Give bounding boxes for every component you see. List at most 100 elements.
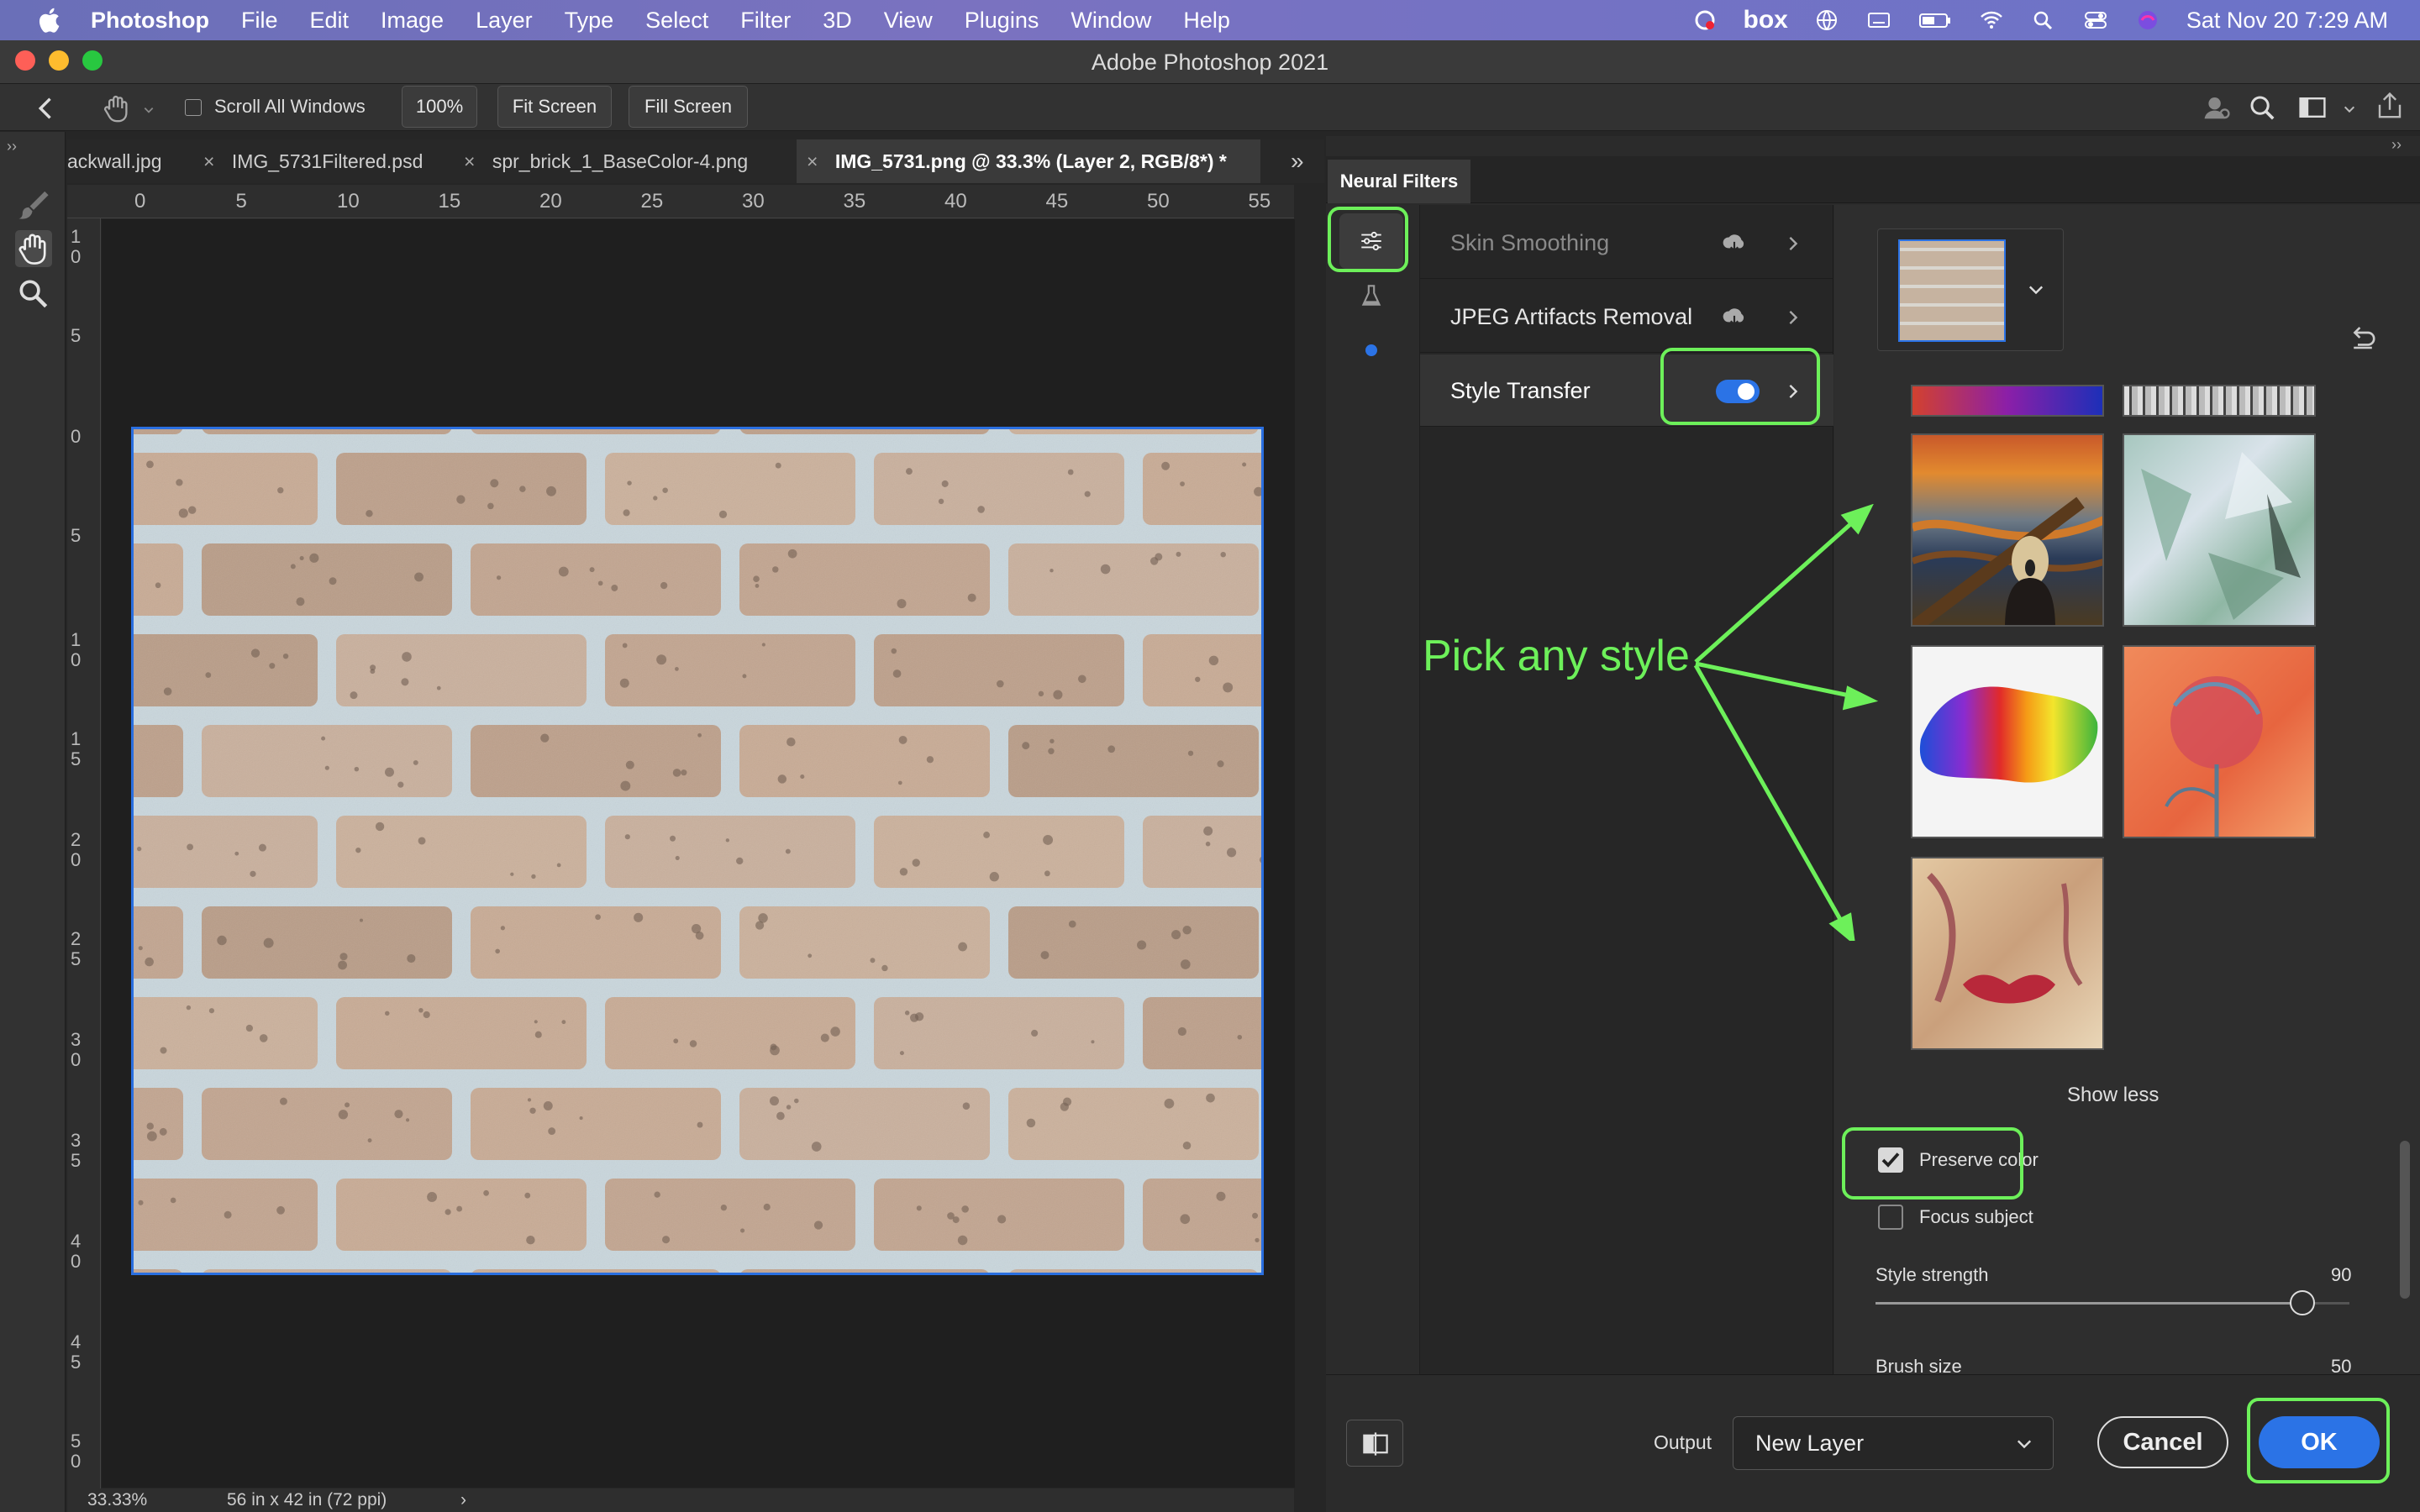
tab-spr-brick[interactable]: × spr_brick_1_BaseColor-4.png — [464, 139, 792, 183]
all-filters-button[interactable] — [1339, 213, 1403, 269]
tab-backwall[interactable]: ackwall.jpg — [67, 139, 202, 183]
cloud-download-icon[interactable] — [1721, 304, 1748, 331]
ok-button[interactable]: OK — [2259, 1416, 2380, 1468]
back-arrow-icon[interactable] — [32, 94, 60, 123]
close-window-button[interactable] — [15, 50, 35, 71]
neural-filters-tab[interactable]: Neural Filters — [1328, 160, 1470, 203]
filter-style-transfer[interactable]: Style Transfer — [1420, 354, 1833, 427]
filter-jpeg-artifacts-removal[interactable]: JPEG Artifacts Removal — [1420, 281, 1833, 353]
wifi-icon[interactable] — [1978, 8, 2005, 32]
menu-view[interactable]: View — [884, 8, 933, 34]
tab-close-icon[interactable]: × — [203, 150, 214, 172]
ruler-tick-label: 55 — [1248, 190, 1271, 213]
output-select[interactable]: New Layer — [1733, 1416, 2054, 1470]
tab-img5731-filtered[interactable]: × IMG_5731Filtered.psd — [202, 139, 454, 183]
style-transfer-toggle[interactable] — [1716, 380, 1760, 403]
style-thumb-orange-flower[interactable] — [2123, 645, 2316, 838]
menu-help[interactable]: Help — [1183, 8, 1230, 34]
preserve-color-checkbox[interactable] — [1878, 1147, 1903, 1173]
tab-close-icon[interactable]: × — [464, 150, 475, 172]
status-expand-icon[interactable]: › — [460, 1490, 466, 1510]
tools-panel — [0, 132, 66, 1512]
focus-subject-label: Focus subject — [1919, 1206, 2033, 1227]
zoom-percent-button[interactable]: 100% — [402, 86, 477, 128]
menu-app-name[interactable]: Photoshop — [91, 8, 209, 34]
tab-close-icon[interactable]: × — [807, 150, 818, 172]
tabs-overflow-icon[interactable]: » — [1291, 148, 1304, 175]
chevron-right-icon[interactable] — [1783, 381, 1803, 402]
apple-icon[interactable] — [35, 5, 66, 35]
search-icon[interactable] — [2030, 8, 2057, 32]
chevron-down-icon[interactable] — [143, 104, 155, 116]
menu-image[interactable]: Image — [381, 8, 444, 34]
share-icon[interactable] — [2375, 91, 2405, 121]
chevron-down-icon[interactable] — [2343, 102, 2356, 116]
control-center-icon[interactable] — [2082, 8, 2109, 32]
ruler-tick-label: 1 0 — [71, 226, 82, 267]
show-less-link[interactable]: Show less — [2067, 1084, 2159, 1107]
style-thumb-rainbow-splash[interactable] — [1911, 645, 2104, 838]
cloud-download-icon[interactable] — [1721, 230, 1748, 257]
brick-wall-image — [134, 429, 1261, 1273]
keyboard-icon[interactable] — [1865, 8, 1892, 32]
hand-tool[interactable] — [15, 230, 52, 267]
search-icon[interactable] — [2247, 92, 2277, 123]
cancel-button[interactable]: Cancel — [2097, 1416, 2228, 1468]
settings-scrollbar[interactable] — [2400, 1141, 2410, 1299]
menu-3d[interactable]: 3D — [823, 8, 852, 34]
menu-datetime[interactable]: Sat Nov 20 7:29 AM — [2186, 8, 2388, 34]
creative-cloud-icon[interactable] — [1691, 8, 1718, 32]
style-strength-slider-track[interactable] — [1876, 1290, 2349, 1315]
zoom-window-button[interactable] — [82, 50, 103, 71]
flask-icon[interactable] — [1358, 282, 1385, 309]
compare-toggle-button[interactable] — [1346, 1420, 1403, 1467]
document-info[interactable]: 56 in x 42 in (72 ppi) — [227, 1490, 387, 1510]
document-image-brick-wall[interactable] — [131, 427, 1264, 1275]
panel-collapse-icon[interactable]: ›› — [2391, 136, 2402, 154]
menu-file[interactable]: File — [241, 8, 278, 34]
style-thumb-abstract-shards[interactable] — [2123, 433, 2316, 627]
style-thumb-partial-1[interactable] — [1911, 385, 2104, 417]
style-thumb-lips-portrait[interactable] — [1911, 857, 2104, 1050]
style-strength-value[interactable]: 90 — [2331, 1264, 2351, 1286]
minimize-window-button[interactable] — [49, 50, 69, 71]
fill-screen-button[interactable]: Fill Screen — [629, 86, 748, 128]
menu-layer[interactable]: Layer — [476, 8, 533, 34]
brush-tool[interactable] — [15, 186, 52, 223]
style-selector-dropdown[interactable] — [1877, 228, 2064, 351]
menu-edit[interactable]: Edit — [310, 8, 350, 34]
menu-filter[interactable]: Filter — [740, 8, 791, 34]
filter-skin-smoothing[interactable]: Skin Smoothing — [1420, 207, 1833, 279]
user-search-icon[interactable] — [2202, 92, 2232, 123]
menu-plugins[interactable]: Plugins — [965, 8, 1039, 34]
globe-icon[interactable] — [1813, 8, 1840, 32]
menu-select[interactable]: Select — [645, 8, 708, 34]
battery-icon[interactable] — [1918, 8, 1953, 32]
undo-icon[interactable] — [2348, 323, 2378, 353]
siri-icon[interactable] — [2134, 8, 2161, 32]
zoom-tool[interactable] — [15, 276, 52, 312]
focus-subject-checkbox[interactable] — [1878, 1205, 1903, 1230]
zoom-level-readout[interactable]: 33.33% — [87, 1490, 147, 1510]
box-menu-label[interactable]: box — [1744, 6, 1788, 34]
tab-img5731-active[interactable]: × IMG_5731.png @ 33.3% (Layer 2, RGB/8*)… — [797, 139, 1260, 183]
style-thumb-scream[interactable] — [1911, 433, 2104, 627]
tab-label: ackwall.jpg — [67, 150, 162, 172]
lips-portrait — [1927, 873, 2083, 1004]
tools-collapse-icon[interactable]: ›› — [7, 138, 17, 155]
hand-tool-icon[interactable] — [101, 92, 133, 124]
workspace-icon[interactable] — [2297, 92, 2328, 123]
filter-label: Style Transfer — [1450, 378, 1591, 403]
ruler-tick-label: 10 — [337, 190, 360, 213]
menu-window[interactable]: Window — [1071, 8, 1151, 34]
style-strength-slider-knob[interactable] — [2289, 1290, 2315, 1315]
scroll-all-windows-checkbox[interactable] — [185, 99, 202, 116]
fit-screen-button[interactable]: Fit Screen — [497, 86, 612, 128]
style-thumb-partial-2[interactable] — [2123, 385, 2316, 417]
chevron-right-icon[interactable] — [1783, 307, 1803, 328]
menu-type[interactable]: Type — [565, 8, 614, 34]
chevron-right-icon[interactable] — [1783, 234, 1803, 254]
ruler-tick-label: 25 — [640, 190, 664, 213]
sliders-icon — [1361, 231, 1381, 251]
brush-tool-icon — [18, 191, 49, 219]
